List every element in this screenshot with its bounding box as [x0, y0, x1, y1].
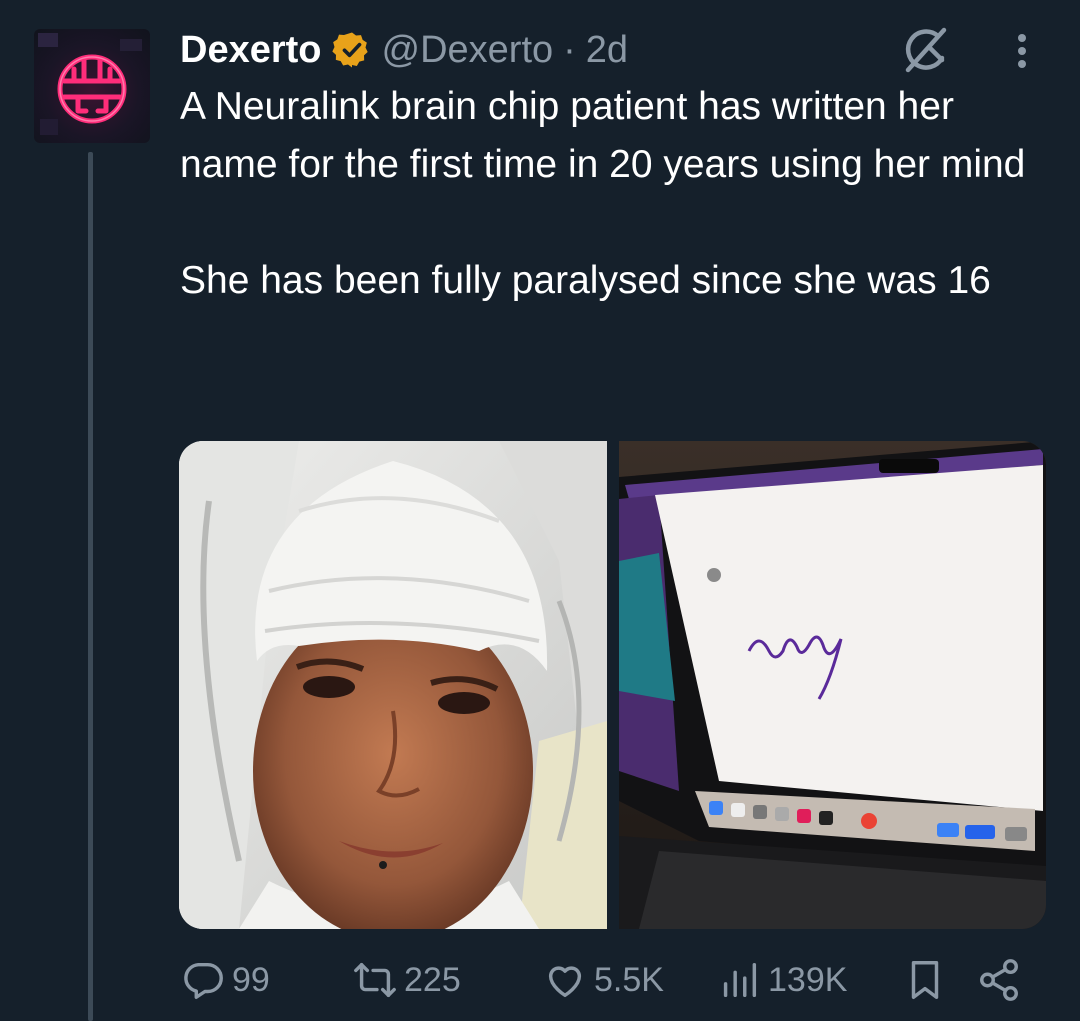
like-icon	[548, 966, 582, 998]
avatar[interactable]	[34, 29, 150, 143]
repost-button[interactable]: 225	[352, 950, 461, 1010]
dot-separator: ·	[563, 28, 576, 71]
share-button[interactable]	[976, 950, 1022, 1010]
verified-badge-icon[interactable]	[331, 30, 372, 70]
tweet-time[interactable]: 2d	[586, 29, 628, 72]
tweet-paragraph-1: A Neuralink brain chip patient has writt…	[180, 85, 1026, 186]
reply-count: 99	[232, 960, 270, 999]
bookmark-button[interactable]	[902, 950, 948, 1010]
tweet-media[interactable]	[179, 441, 1046, 929]
share-icon	[980, 959, 1018, 1001]
like-button[interactable]: 5.5K	[542, 950, 664, 1010]
repost-count: 225	[404, 960, 461, 999]
author-handle[interactable]: @Dexerto	[382, 29, 554, 72]
action-bar: 99 225 5.5K 139K	[180, 950, 1030, 1010]
bookmark-icon	[911, 961, 939, 999]
tweet-header: Dexerto @Dexerto · 2d	[180, 22, 628, 78]
laptop-photo[interactable]	[619, 441, 1046, 929]
view-count: 139K	[768, 960, 848, 999]
repost-icon	[354, 962, 396, 998]
views-button[interactable]: 139K	[716, 950, 847, 1010]
like-count: 5.5K	[594, 960, 664, 999]
views-icon	[723, 962, 757, 998]
thread-line	[88, 152, 93, 1021]
more-icon[interactable]	[1004, 28, 1040, 74]
reply-icon	[184, 962, 223, 999]
patient-photo[interactable]	[179, 441, 607, 929]
grok-icon[interactable]	[898, 22, 954, 78]
tweet-text: A Neuralink brain chip patient has writt…	[180, 78, 1060, 310]
dexerto-logo-icon	[38, 33, 142, 135]
author-name[interactable]: Dexerto	[180, 29, 322, 72]
reply-button[interactable]: 99	[180, 950, 270, 1010]
tweet-paragraph-2: She has been fully paralysed since she w…	[180, 259, 991, 302]
